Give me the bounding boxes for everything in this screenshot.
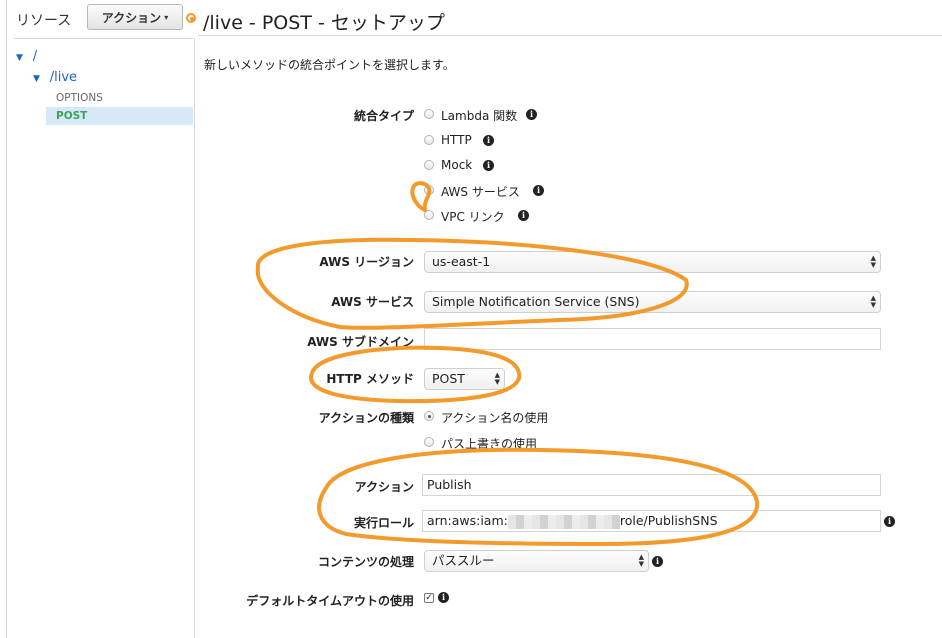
annotation-overlay <box>255 181 760 547</box>
tree-item-live-label[interactable]: /live <box>50 70 77 85</box>
select-arrows-icon: ▲ ▼ <box>494 371 500 386</box>
redacted-account-id <box>507 514 620 529</box>
execution-role-input[interactable]: arn:aws:iam: role/PublishSNS <box>422 510 881 532</box>
left-edge <box>0 0 7 638</box>
page-title: /live - POST - セットアップ <box>203 12 445 34</box>
aws-subdomain-label: AWS サブドメイン <box>307 335 414 349</box>
page-description: 新しいメソッドの統合ポイントを選択します。 <box>204 58 455 72</box>
tree-item-options[interactable]: OPTIONS <box>56 92 103 104</box>
info-icon[interactable]: i <box>533 185 544 196</box>
actions-dropdown-button[interactable]: アクション ▾ <box>87 4 183 30</box>
actions-button-label: アクション <box>101 10 162 25</box>
radio-mock[interactable]: Mock i <box>424 157 504 173</box>
execution-role-prefix: arn:aws:iam: <box>427 513 508 528</box>
radio-button[interactable] <box>424 210 434 220</box>
info-icon[interactable]: i <box>483 160 494 171</box>
aws-service-value: Simple Notification Service (SNS) <box>432 294 640 309</box>
http-method-select[interactable]: POST ▲ ▼ <box>424 368 505 390</box>
execution-role-label: 実行ロール <box>353 516 414 530</box>
caret-down-icon: ▾ <box>164 12 169 22</box>
tree-item-post[interactable]: POST <box>56 110 87 122</box>
aws-region-select[interactable]: us-east-1 ▲ ▼ <box>424 251 881 273</box>
radio-button[interactable] <box>424 160 434 170</box>
aws-subdomain-input[interactable] <box>424 328 881 350</box>
tree-expand-icon[interactable]: ▼ <box>16 53 23 63</box>
radio-lambda[interactable]: Lambda 関数 i <box>424 106 544 123</box>
sidebar-divider <box>14 38 193 39</box>
radio-button-selected[interactable] <box>424 185 434 195</box>
header-divider <box>198 35 942 36</box>
info-icon[interactable]: i <box>483 135 494 146</box>
radio-button-selected[interactable] <box>424 411 434 421</box>
default-timeout-checkbox[interactable]: ✓ <box>424 593 434 603</box>
default-timeout-label: デフォルトタイムアウトの使用 <box>246 594 414 608</box>
status-dot-icon <box>186 13 196 23</box>
tree-item-live[interactable]: ▼ /live <box>33 70 77 85</box>
radio-aws-service-label: AWS サービス <box>441 185 520 199</box>
radio-button[interactable] <box>424 109 434 119</box>
content-handling-select[interactable]: パススルー ▲ ▼ <box>424 550 649 572</box>
integration-type-label: 統合タイプ <box>353 109 414 123</box>
radio-use-action-name-label: アクション名の使用 <box>441 411 549 425</box>
tree-expand-icon[interactable]: ▼ <box>33 74 40 84</box>
radio-lambda-label: Lambda 関数 <box>441 109 518 123</box>
radio-http[interactable]: HTTP i <box>424 132 504 148</box>
tree-item-root-label[interactable]: / <box>33 49 37 64</box>
content-handling-value: パススルー <box>432 553 495 568</box>
radio-http-label: HTTP <box>441 133 472 147</box>
radio-vpc-link-label: VPC リンク <box>441 210 505 224</box>
aws-service-select[interactable]: Simple Notification Service (SNS) ▲ ▼ <box>424 291 881 313</box>
select-arrows-icon: ▲ ▼ <box>870 254 876 269</box>
aws-region-value: us-east-1 <box>432 254 491 269</box>
aws-service-label: AWS サービス <box>331 295 414 309</box>
info-icon[interactable]: i <box>438 592 449 603</box>
execution-role-suffix: role/PublishSNS <box>619 513 718 528</box>
radio-aws-service[interactable]: AWS サービス i <box>424 182 554 199</box>
radio-button[interactable] <box>424 437 434 447</box>
content-handling-label: コンテンツの処理 <box>317 555 414 569</box>
radio-use-path-override-label: パス上書きの使用 <box>441 437 538 451</box>
info-icon[interactable]: i <box>518 210 529 221</box>
resources-label: リソース <box>16 13 72 29</box>
action-type-label: アクションの種類 <box>318 411 414 425</box>
action-input[interactable]: Publish <box>422 474 881 496</box>
info-icon[interactable]: i <box>526 109 537 120</box>
action-label: アクション <box>354 480 414 494</box>
http-method-value: POST <box>432 371 465 386</box>
radio-use-path-override[interactable]: パス上書きの使用 <box>424 434 564 451</box>
aws-region-label: AWS リージョン <box>319 255 414 269</box>
radio-button[interactable] <box>424 135 434 145</box>
select-arrows-icon: ▲ ▼ <box>638 553 644 568</box>
radio-mock-label: Mock <box>441 158 473 172</box>
info-icon[interactable]: i <box>884 516 895 527</box>
radio-vpc-link[interactable]: VPC リンク i <box>424 207 534 224</box>
http-method-label: HTTP メソッド <box>326 372 414 386</box>
select-arrows-icon: ▲ ▼ <box>870 294 876 309</box>
tree-item-root[interactable]: ▼ / <box>16 49 37 64</box>
info-icon[interactable]: i <box>652 556 663 567</box>
radio-use-action-name[interactable]: アクション名の使用 <box>424 408 564 425</box>
